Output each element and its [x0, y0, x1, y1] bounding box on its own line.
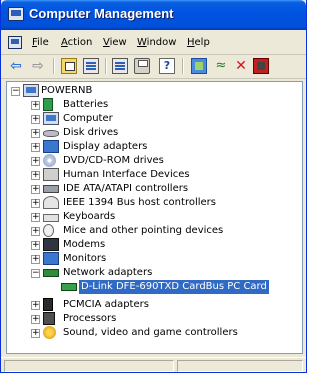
- disk-drive-icon: [43, 130, 59, 137]
- computer-icon: [23, 84, 39, 97]
- expand-icon[interactable]: +: [31, 171, 40, 180]
- modem-icon: [43, 238, 59, 251]
- expand-icon[interactable]: +: [31, 315, 40, 324]
- collapse-icon[interactable]: −: [11, 87, 20, 96]
- mouse-icon: [43, 224, 54, 237]
- ide-controller-icon: [43, 185, 59, 193]
- menu-help[interactable]: Help: [187, 37, 210, 48]
- collapse-icon[interactable]: −: [31, 269, 40, 278]
- battery-icon: [43, 98, 53, 111]
- expand-icon[interactable]: +: [31, 185, 40, 194]
- show-hide-tree-icon[interactable]: [83, 58, 99, 74]
- computer-management-window: Computer Management File Action View Win…: [0, 0, 307, 373]
- print-icon[interactable]: [134, 58, 150, 74]
- scan-hardware-icon[interactable]: [191, 58, 207, 74]
- expand-icon[interactable]: +: [31, 255, 40, 264]
- expand-icon[interactable]: +: [31, 115, 40, 124]
- up-folder-icon[interactable]: [61, 58, 77, 74]
- pcmcia-icon: [43, 298, 53, 311]
- display-adapter-icon: [43, 140, 59, 153]
- window-title: Computer Management: [29, 6, 174, 21]
- uninstall-icon[interactable]: ✕: [233, 58, 249, 74]
- title-bar[interactable]: Computer Management: [1, 0, 306, 30]
- network-adapter-icon: [43, 269, 59, 277]
- ieee1394-icon: [43, 196, 59, 209]
- selected-device-label: D-Link DFE-690TXD CardBus PC Card: [79, 280, 269, 294]
- properties-icon[interactable]: [112, 58, 128, 74]
- system-menu-icon[interactable]: [8, 36, 22, 49]
- computer-icon: [43, 112, 59, 125]
- expand-icon[interactable]: +: [31, 301, 40, 310]
- status-cell-main: [4, 360, 174, 372]
- expand-icon[interactable]: +: [31, 143, 40, 152]
- back-arrow-icon[interactable]: ⇦: [8, 58, 24, 74]
- expand-icon[interactable]: +: [31, 157, 40, 166]
- menu-view[interactable]: View: [103, 37, 127, 48]
- menu-file[interactable]: File: [32, 37, 49, 48]
- monitor-icon: [43, 252, 59, 265]
- computer-management-icon: [8, 7, 24, 21]
- expand-icon[interactable]: +: [31, 241, 40, 250]
- menu-window[interactable]: Window: [137, 37, 176, 48]
- forward-arrow-icon[interactable]: ⇨: [30, 58, 46, 74]
- expand-icon[interactable]: +: [31, 101, 40, 110]
- menu-bar: File Action View Window Help: [1, 33, 306, 55]
- network-card-icon: [61, 283, 77, 291]
- toolbar: ⇦ ⇨ ? ≈ ✕: [1, 55, 306, 79]
- update-driver-icon[interactable]: ≈: [213, 58, 229, 74]
- expand-icon[interactable]: +: [31, 227, 40, 236]
- expand-icon[interactable]: +: [31, 329, 40, 338]
- device-tree[interactable]: − POWERNB + Batteries + Computer + Disk …: [6, 81, 303, 354]
- status-cell-secondary: [177, 360, 303, 372]
- processor-icon: [43, 312, 55, 325]
- help-icon[interactable]: ?: [159, 58, 175, 74]
- status-bar: [1, 357, 306, 374]
- expand-icon[interactable]: +: [31, 129, 40, 138]
- keyboard-icon: [43, 214, 59, 222]
- expand-icon[interactable]: +: [31, 199, 40, 208]
- sound-icon: [43, 326, 56, 339]
- disable-icon[interactable]: [253, 58, 269, 74]
- hid-icon: [43, 168, 59, 181]
- dvd-drive-icon: [43, 154, 56, 167]
- expand-icon[interactable]: +: [31, 213, 40, 222]
- menu-action[interactable]: Action: [61, 37, 92, 48]
